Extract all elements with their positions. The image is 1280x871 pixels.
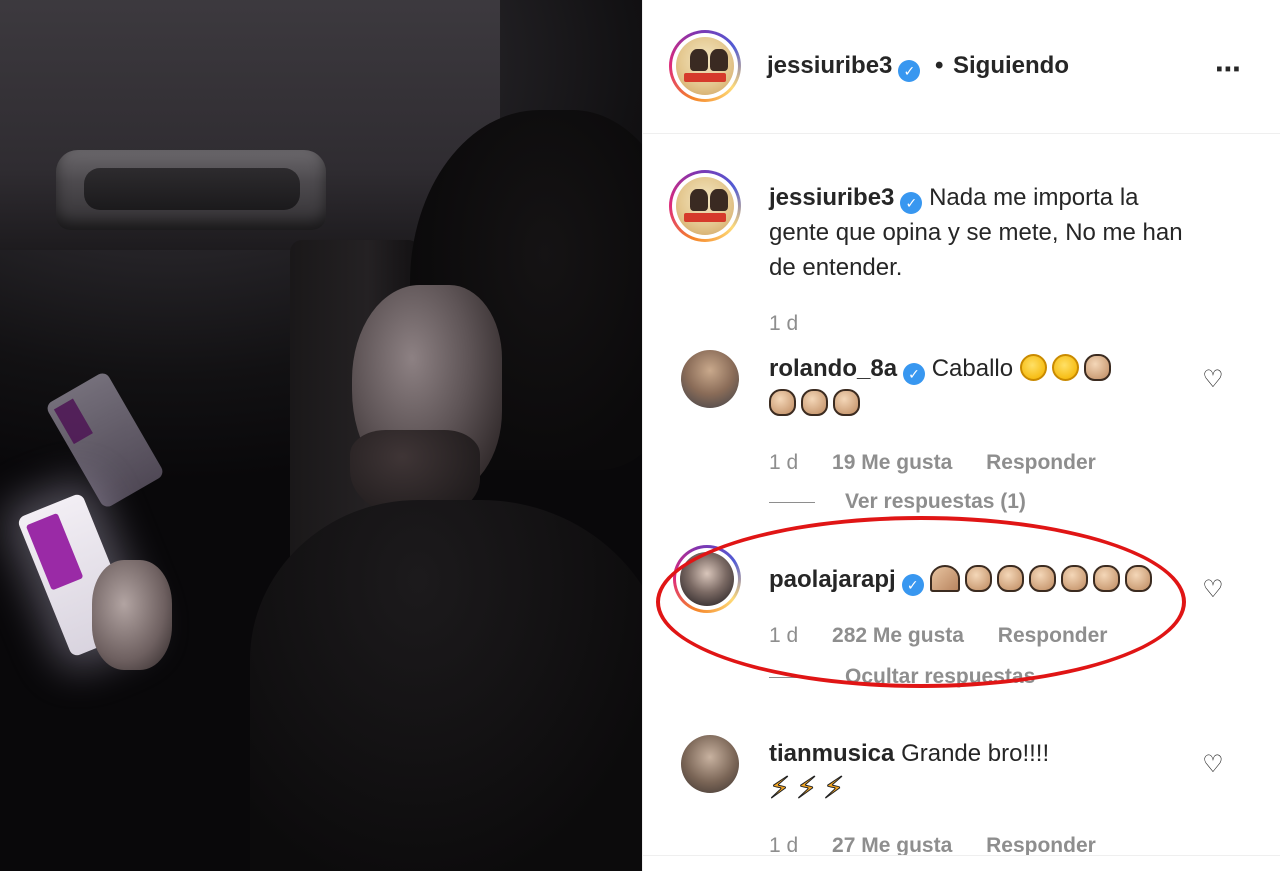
- comment-avatar[interactable]: [673, 545, 741, 613]
- verified-badge-icon: ✓: [903, 363, 926, 385]
- author-avatar[interactable]: [669, 30, 741, 102]
- comment-meta: 1 d 19 Me gusta Responder: [769, 451, 1124, 475]
- comment-likes[interactable]: 27 Me gusta: [832, 834, 952, 857]
- comment-body: Caballo: [931, 355, 1014, 382]
- verified-badge-icon: ✓: [901, 574, 924, 596]
- reply-button[interactable]: Responder: [998, 624, 1108, 647]
- comment-username[interactable]: rolando_8a: [769, 355, 897, 382]
- high-voltage-icon: ⚡: [768, 772, 791, 806]
- caption-meta: 1 d: [769, 312, 826, 336]
- separator-dot: •: [935, 52, 944, 79]
- comment-time[interactable]: 1 d: [769, 834, 798, 857]
- window-reflection: [44, 370, 166, 510]
- hide-replies-button[interactable]: Ocultar respuestas: [769, 665, 1035, 689]
- comment-text: paolajarapj ✓: [769, 562, 1189, 597]
- clapping-hands-icon: [833, 389, 860, 416]
- divider: [769, 676, 815, 678]
- clapping-hands-icon: [965, 565, 993, 592]
- divider: [769, 501, 815, 503]
- more-options-icon[interactable]: ⋯: [1215, 54, 1243, 85]
- hugging-face-icon: [1051, 354, 1079, 381]
- view-replies-button[interactable]: Ver respuestas (1): [769, 490, 1026, 514]
- caption-avatar[interactable]: [669, 170, 741, 242]
- clapping-hands-icon: [769, 389, 796, 416]
- comment-text: rolando_8a ✓ Caballo: [769, 351, 1189, 421]
- comment-time[interactable]: 1 d: [769, 451, 798, 474]
- comment-avatar[interactable]: [681, 735, 739, 793]
- panel-footer: [643, 855, 1280, 871]
- clapping-hands-icon: [1061, 565, 1089, 592]
- like-heart-icon[interactable]: ♡: [1200, 367, 1226, 393]
- comment-text: tianmusica Grande bro!!!! ⚡ ⚡ ⚡: [768, 736, 1189, 808]
- comment-likes[interactable]: 19 Me gusta: [832, 451, 952, 474]
- clapping-hands-icon: [1029, 565, 1057, 592]
- comment-time[interactable]: 1 d: [769, 624, 798, 647]
- like-heart-icon[interactable]: ♡: [1200, 577, 1226, 603]
- folded-hands-icon: [930, 565, 961, 592]
- hand: [92, 560, 172, 670]
- caption-username[interactable]: jessiuribe3: [769, 184, 894, 211]
- comments-panel: jessiuribe3 ✓ • Siguiendo ⋯ jessiuribe3 ✓ …: [642, 0, 1280, 871]
- clapping-hands-icon: [1125, 565, 1153, 592]
- clapping-hands-icon: [997, 565, 1025, 592]
- comment-meta: 1 d 282 Me gusta Responder: [769, 624, 1135, 648]
- comment-likes[interactable]: 282 Me gusta: [832, 624, 964, 647]
- verified-badge-icon: ✓: [900, 192, 923, 214]
- reply-button[interactable]: Responder: [986, 451, 1096, 474]
- high-voltage-icon: ⚡: [796, 772, 818, 806]
- comment-username[interactable]: paolajarapj: [769, 566, 896, 593]
- author-username-link[interactable]: jessiuribe3 ✓: [767, 52, 921, 82]
- hugging-face-icon: [1019, 354, 1047, 381]
- caption-text: jessiuribe3 ✓ Nada me importa la gente qu…: [769, 180, 1189, 285]
- comment-body: Grande bro!!!!: [901, 740, 1050, 767]
- high-voltage-icon: ⚡: [823, 772, 845, 806]
- post-header: jessiuribe3 ✓ • Siguiendo ⋯: [643, 0, 1280, 134]
- like-heart-icon[interactable]: ♡: [1200, 752, 1226, 778]
- clapping-hands-icon: [1083, 354, 1111, 381]
- comment-avatar[interactable]: [681, 350, 739, 408]
- person-body: [250, 500, 642, 871]
- comment-username[interactable]: tianmusica: [769, 740, 894, 767]
- verified-badge-icon: ✓: [898, 60, 921, 82]
- clapping-hands-icon: [801, 389, 828, 416]
- following-button[interactable]: Siguiendo: [953, 52, 1069, 80]
- reply-button[interactable]: Responder: [986, 834, 1096, 857]
- caption-time[interactable]: 1 d: [769, 312, 798, 335]
- clapping-hands-icon: [1093, 565, 1121, 592]
- post-photo[interactable]: [0, 0, 642, 871]
